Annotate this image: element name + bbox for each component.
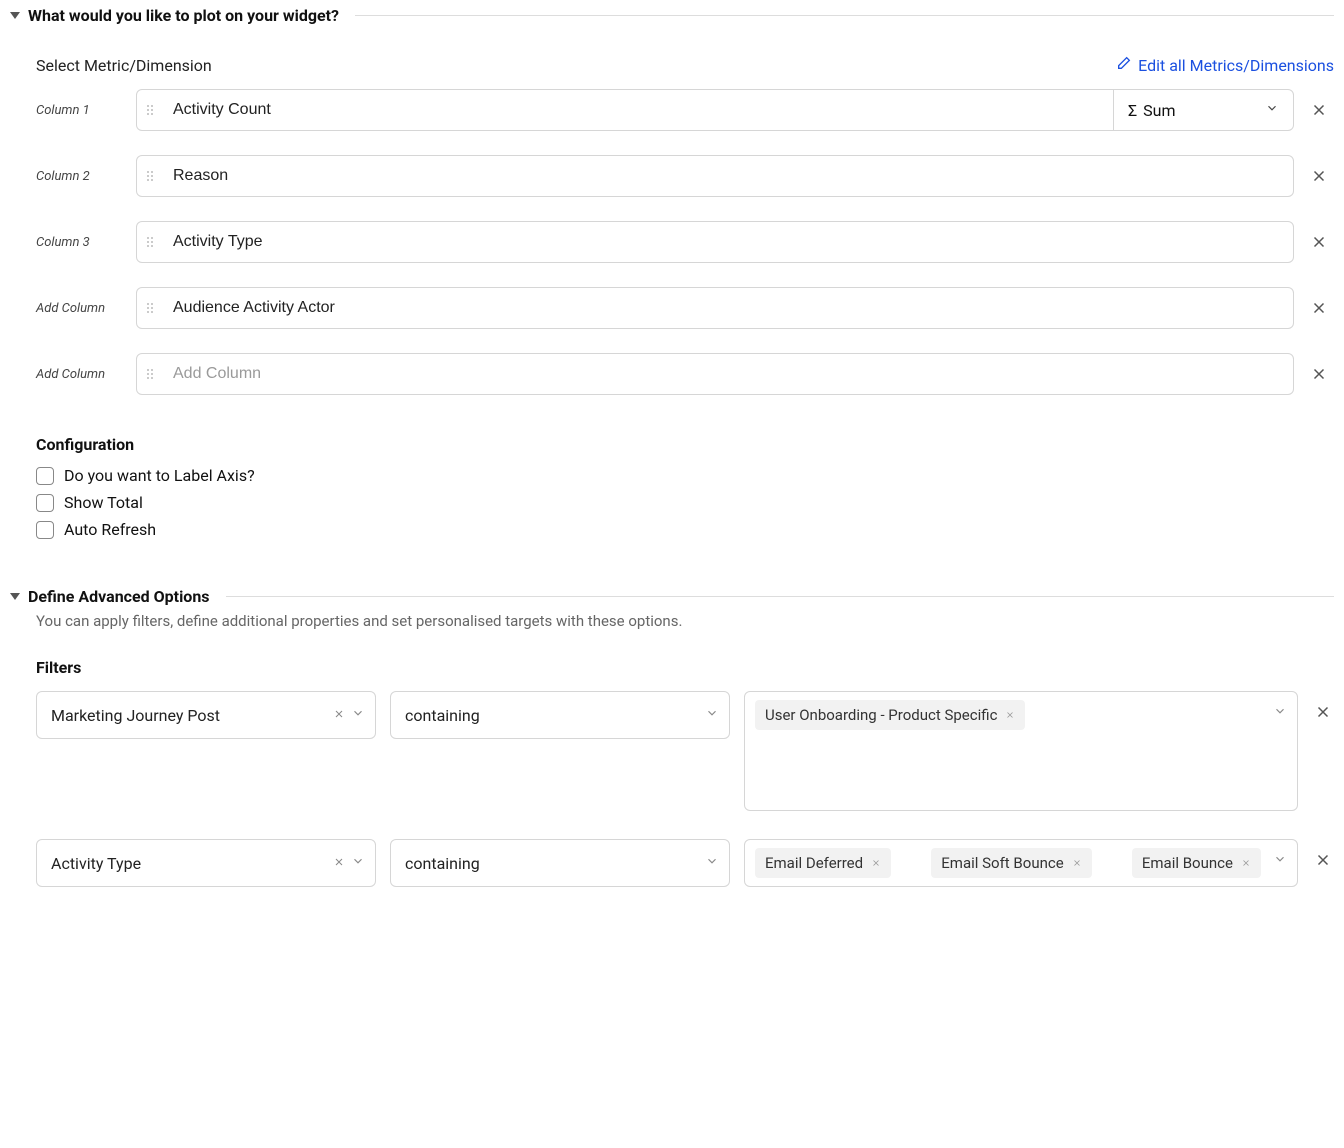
aggregation-select[interactable]: Σ Sum (1113, 90, 1293, 130)
checkbox-label-axis[interactable] (36, 467, 54, 485)
row-label: Add Column (36, 301, 122, 316)
plot-section-title: What would you like to plot on your widg… (28, 6, 339, 25)
select-metric-label: Select Metric/Dimension (36, 56, 212, 75)
clear-icon[interactable] (333, 854, 345, 872)
filter-field-label: Marketing Journey Post (51, 706, 220, 725)
plot-section-header: What would you like to plot on your widg… (10, 6, 1334, 25)
filter-value-tag: Email Bounce (1132, 848, 1261, 878)
chevron-down-icon (705, 706, 719, 724)
row-label: Add Column (36, 367, 122, 382)
remove-row-button[interactable] (1308, 365, 1330, 383)
remove-row-button[interactable] (1308, 101, 1330, 119)
clear-icon[interactable] (333, 706, 345, 724)
metric-row: Add Column (36, 353, 1334, 395)
metric-field[interactable] (136, 155, 1294, 197)
metric-field[interactable] (136, 353, 1294, 395)
metric-input[interactable] (171, 90, 1113, 130)
metric-field[interactable]: Σ Sum (136, 89, 1294, 131)
remove-tag-icon[interactable] (1072, 854, 1082, 872)
config-option: Auto Refresh (36, 520, 1334, 539)
filter-value-tag: Email Soft Bounce (931, 848, 1091, 878)
metric-row: Column 3 (36, 221, 1334, 263)
filter-row: Marketing Journey Post containing User O… (36, 691, 1334, 811)
remove-tag-icon[interactable] (871, 854, 881, 872)
filter-operator-label: containing (405, 854, 480, 873)
filter-value-label: Email Soft Bounce (941, 854, 1063, 872)
drag-handle-icon[interactable] (147, 237, 161, 247)
filter-values-select[interactable]: Email Deferred Email Soft Bounce Email B… (744, 839, 1298, 887)
metric-header-row: Select Metric/Dimension Edit all Metrics… (36, 55, 1334, 75)
checkbox-show-total[interactable] (36, 494, 54, 512)
filter-value-label: User Onboarding - Product Specific (765, 706, 997, 724)
advanced-section-header: Define Advanced Options (10, 587, 1334, 606)
config-option-label: Show Total (64, 493, 143, 512)
filter-field-select[interactable]: Marketing Journey Post (36, 691, 376, 739)
filter-field-select[interactable]: Activity Type (36, 839, 376, 887)
remove-row-button[interactable] (1308, 299, 1330, 317)
remove-row-button[interactable] (1308, 233, 1330, 251)
pencil-icon (1116, 55, 1132, 75)
remove-filter-button[interactable] (1312, 703, 1334, 721)
chevron-down-icon (1273, 852, 1287, 870)
collapse-caret-icon[interactable] (10, 12, 20, 19)
config-option: Do you want to Label Axis? (36, 466, 1334, 485)
checkbox-auto-refresh[interactable] (36, 521, 54, 539)
metric-field[interactable] (136, 221, 1294, 263)
remove-filter-button[interactable] (1312, 851, 1334, 869)
metric-input[interactable] (171, 354, 1293, 394)
filter-operator-select[interactable]: containing (390, 839, 730, 887)
filter-value-tag: Email Deferred (755, 848, 891, 878)
config-option-label: Auto Refresh (64, 520, 156, 539)
filter-operator-label: containing (405, 706, 480, 725)
divider (226, 596, 1334, 597)
filters-title: Filters (36, 658, 1334, 677)
row-label: Column 1 (36, 103, 122, 118)
configuration-section: Configuration Do you want to Label Axis?… (36, 435, 1334, 539)
remove-tag-icon[interactable] (1241, 854, 1251, 872)
drag-handle-icon[interactable] (147, 171, 161, 181)
filter-value-label: Email Bounce (1142, 854, 1233, 872)
chevron-down-icon (1265, 101, 1279, 119)
edit-metrics-link[interactable]: Edit all Metrics/Dimensions (1116, 55, 1334, 75)
advanced-section: Define Advanced Options You can apply fi… (10, 587, 1334, 887)
divider (355, 15, 1334, 16)
sigma-icon: Σ (1128, 101, 1137, 120)
filter-field-label: Activity Type (51, 854, 141, 873)
advanced-section-title: Define Advanced Options (28, 587, 210, 606)
filter-value-label: Email Deferred (765, 854, 863, 872)
filter-row: Activity Type containing Email Deferred … (36, 839, 1334, 887)
row-label: Column 3 (36, 235, 122, 250)
metric-row: Add Column (36, 287, 1334, 329)
metric-input[interactable] (171, 156, 1293, 196)
drag-handle-icon[interactable] (147, 105, 161, 115)
filter-operator-select[interactable]: containing (390, 691, 730, 739)
metric-input[interactable] (171, 222, 1293, 262)
remove-tag-icon[interactable] (1005, 706, 1015, 724)
drag-handle-icon[interactable] (147, 369, 161, 379)
chevron-down-icon (1273, 704, 1287, 722)
metric-rows: Column 1 Σ Sum Column 2 (36, 89, 1334, 395)
config-option-label: Do you want to Label Axis? (64, 466, 255, 485)
metric-row: Column 2 (36, 155, 1334, 197)
chevron-down-icon (705, 854, 719, 872)
filter-value-tag: User Onboarding - Product Specific (755, 700, 1025, 730)
edit-metrics-label: Edit all Metrics/Dimensions (1138, 56, 1334, 75)
metric-row: Column 1 Σ Sum (36, 89, 1334, 131)
chevron-down-icon (351, 706, 365, 724)
metric-field[interactable] (136, 287, 1294, 329)
row-label: Column 2 (36, 169, 122, 184)
filter-values-select[interactable]: User Onboarding - Product Specific (744, 691, 1298, 811)
remove-row-button[interactable] (1308, 167, 1330, 185)
chevron-down-icon (351, 854, 365, 872)
aggregation-label: Sum (1143, 101, 1175, 120)
config-option: Show Total (36, 493, 1334, 512)
drag-handle-icon[interactable] (147, 303, 161, 313)
advanced-section-subtitle: You can apply filters, define additional… (36, 612, 1334, 630)
collapse-caret-icon[interactable] (10, 593, 20, 600)
metric-input[interactable] (171, 288, 1293, 328)
configuration-title: Configuration (36, 435, 1334, 454)
